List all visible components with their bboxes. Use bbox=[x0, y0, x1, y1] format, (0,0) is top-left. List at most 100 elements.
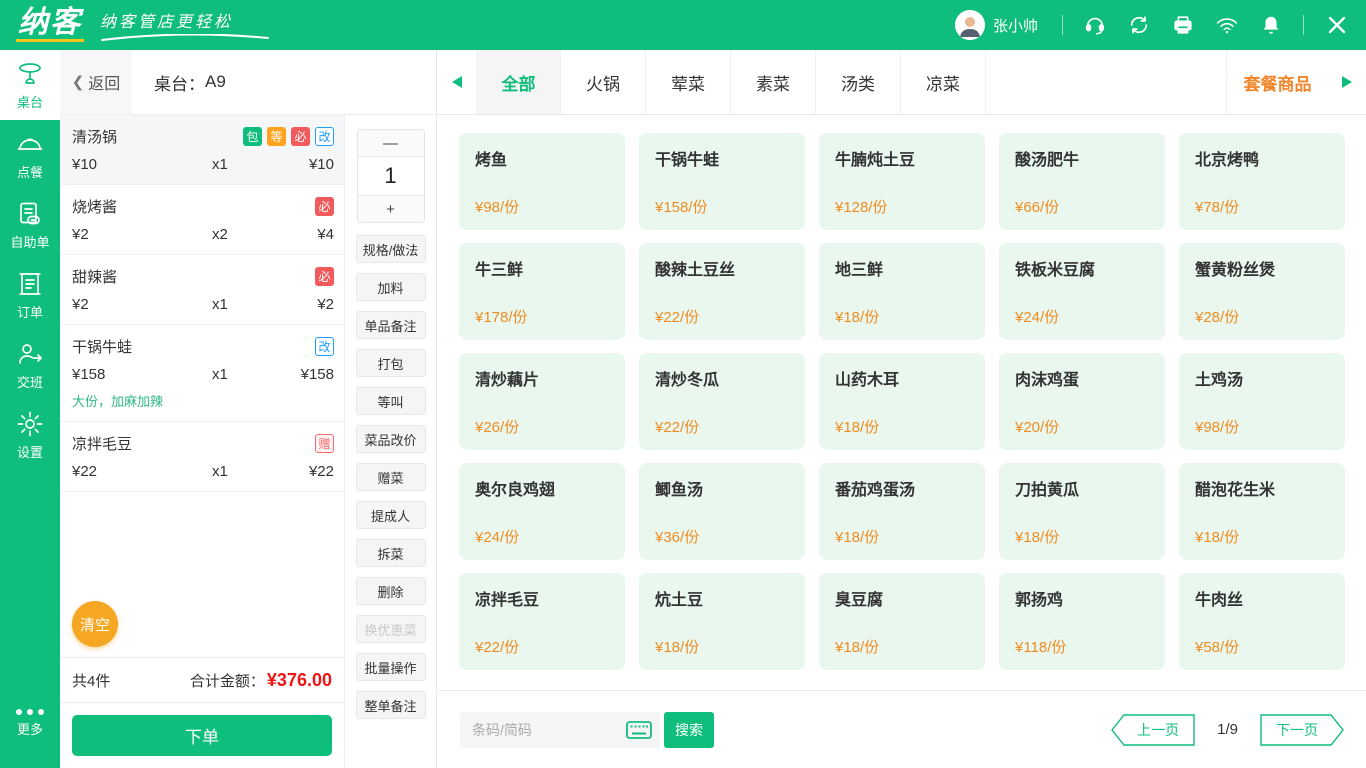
action-button-9[interactable]: 删除 bbox=[355, 577, 426, 605]
category-tab-2[interactable]: 荤菜 bbox=[646, 50, 731, 114]
menu-item-card[interactable]: 刀拍黄瓜 ¥18/份 bbox=[999, 463, 1165, 560]
sidebar-item-more[interactable]: 更多 bbox=[0, 688, 60, 758]
action-button-5[interactable]: 菜品改价 bbox=[355, 425, 426, 453]
menu-item-price: ¥36/份 bbox=[655, 529, 700, 546]
order-item-price: ¥22 bbox=[72, 463, 98, 480]
sidebar-item-table[interactable]: 桌台 bbox=[0, 50, 60, 120]
menu-item-card[interactable]: 山药木耳 ¥18/份 bbox=[819, 353, 985, 450]
back-button[interactable]: ❮ 返回 bbox=[60, 50, 132, 114]
menu-item-name: 番茄鸡蛋汤 bbox=[835, 482, 916, 499]
user-name[interactable]: 张小帅 bbox=[993, 15, 1038, 36]
slogan-swoosh bbox=[101, 34, 269, 41]
action-button-8[interactable]: 拆菜 bbox=[355, 539, 426, 567]
tab-combo-products[interactable]: 套餐商品 bbox=[1226, 50, 1328, 114]
sidebar-item-gear[interactable]: 设置 bbox=[0, 400, 60, 470]
menu-item-card[interactable]: 炕土豆 ¥18/份 bbox=[639, 573, 805, 670]
printer-icon[interactable] bbox=[1172, 14, 1194, 36]
action-button-11[interactable]: 批量操作 bbox=[355, 653, 426, 681]
order-item-name: 干锅牛蛙 bbox=[72, 339, 133, 356]
menu-item-card[interactable]: 地三鲜 ¥18/份 bbox=[819, 243, 985, 340]
menu-item-price: ¥28/份 bbox=[1195, 309, 1240, 326]
menu-item-card[interactable]: 蟹黄粉丝煲 ¥28/份 bbox=[1179, 243, 1345, 340]
action-button-0[interactable]: 规格/做法 bbox=[355, 235, 426, 263]
menu-grid: 烤鱼 ¥98/份 干锅牛蛙 ¥158/份 牛腩炖土豆 ¥128/份 酸汤肥牛 ¥… bbox=[438, 115, 1366, 690]
menu-item-card[interactable]: 牛腩炖土豆 ¥128/份 bbox=[819, 133, 985, 230]
barcode-search-input[interactable] bbox=[472, 721, 620, 738]
order-item-qty: x1 bbox=[212, 156, 228, 173]
category-tab-5[interactable]: 凉菜 bbox=[901, 50, 986, 114]
quantity-minus-button[interactable]: — bbox=[357, 130, 424, 156]
menu-item-card[interactable]: 醋泡花生米 ¥18/份 bbox=[1179, 463, 1345, 560]
wifi-icon[interactable] bbox=[1216, 14, 1238, 36]
sync-icon[interactable] bbox=[1128, 14, 1150, 36]
menu-item-card[interactable]: 北京烤鸭 ¥78/份 bbox=[1179, 133, 1345, 230]
menu-item-card[interactable]: 酸辣土豆丝 ¥22/份 bbox=[639, 243, 805, 340]
menu-item-card[interactable]: 清炒冬瓜 ¥22/份 bbox=[639, 353, 805, 450]
user-avatar[interactable] bbox=[954, 10, 985, 40]
menu-item-card[interactable]: 铁板米豆腐 ¥24/份 bbox=[999, 243, 1165, 340]
keyboard-icon[interactable] bbox=[626, 720, 652, 739]
bell-icon[interactable] bbox=[1260, 14, 1282, 36]
menu-item-card[interactable]: 肉沫鸡蛋 ¥20/份 bbox=[999, 353, 1165, 450]
action-button-4[interactable]: 等叫 bbox=[355, 387, 426, 415]
chevron-left-icon: ❮ bbox=[71, 74, 85, 91]
menu-item-card[interactable]: 奥尔良鸡翅 ¥24/份 bbox=[459, 463, 625, 560]
menu-item-name: 肉沫鸡蛋 bbox=[1015, 372, 1080, 389]
menu-item-card[interactable]: 番茄鸡蛋汤 ¥18/份 bbox=[819, 463, 985, 560]
order-item[interactable]: 凉拌毛豆 赠 ¥22 x1 ¥22 bbox=[60, 422, 344, 492]
menu-item-card[interactable]: 臭豆腐 ¥18/份 bbox=[819, 573, 985, 670]
order-item[interactable]: 烧烤酱 必 ¥2 x2 ¥4 bbox=[60, 185, 344, 255]
sidebar-item-shift[interactable]: 交班 bbox=[0, 330, 60, 400]
menu-item-card[interactable]: 酸汤肥牛 ¥66/份 bbox=[999, 133, 1165, 230]
category-tab-1[interactable]: 火锅 bbox=[561, 50, 646, 114]
category-tab-3[interactable]: 素菜 bbox=[731, 50, 816, 114]
sidebar-item-cloche[interactable]: 点餐 bbox=[0, 120, 60, 190]
menu-item-card[interactable]: 牛三鲜 ¥178/份 bbox=[459, 243, 625, 340]
sidebar: 桌台 点餐 自助单 订单 交班 设置 更多 bbox=[0, 50, 60, 768]
action-button-12[interactable]: 整单备注 bbox=[355, 691, 426, 719]
action-button-1[interactable]: 加料 bbox=[355, 273, 426, 301]
order-panel-header: ❮ 返回 桌台： A9 bbox=[60, 50, 436, 115]
menu-item-card[interactable]: 牛肉丝 ¥58/份 bbox=[1179, 573, 1345, 670]
close-icon[interactable] bbox=[1326, 14, 1348, 36]
action-button-6[interactable]: 赠菜 bbox=[355, 463, 426, 491]
headset-icon[interactable] bbox=[1084, 14, 1106, 36]
action-button-7[interactable]: 提成人 bbox=[355, 501, 426, 529]
category-tab-4[interactable]: 汤类 bbox=[816, 50, 901, 114]
menu-item-name: 土鸡汤 bbox=[1195, 372, 1244, 389]
menu-item-card[interactable]: 土鸡汤 ¥98/份 bbox=[1179, 353, 1345, 450]
menu-item-price: ¥78/份 bbox=[1195, 199, 1240, 216]
menu-item-name: 醋泡花生米 bbox=[1195, 482, 1276, 499]
place-order-button[interactable]: 下单 bbox=[72, 715, 332, 756]
action-button-3[interactable]: 打包 bbox=[355, 349, 426, 377]
order-item[interactable]: 清汤锅 包等必改 ¥10 x1 ¥10 bbox=[60, 115, 344, 185]
order-item[interactable]: 甜辣酱 必 ¥2 x1 ¥2 bbox=[60, 255, 344, 325]
menu-item-name: 酸汤肥牛 bbox=[1015, 152, 1080, 169]
menu-item-name: 臭豆腐 bbox=[835, 592, 884, 609]
order-item[interactable]: 干锅牛蛙 改 ¥158 x1 ¥158 大份，加麻加辣 bbox=[60, 325, 344, 422]
tabs-scroll-right-button[interactable] bbox=[1328, 50, 1366, 114]
prev-page-button[interactable]: 上一页 bbox=[1111, 713, 1195, 746]
menu-item-card[interactable]: 干锅牛蛙 ¥158/份 bbox=[639, 133, 805, 230]
quantity-stepper: — 1 + bbox=[356, 129, 425, 223]
menu-item-price: ¥178/份 bbox=[475, 309, 528, 326]
sidebar-item-order-list[interactable]: 订单 bbox=[0, 260, 60, 330]
search-button[interactable]: 搜索 bbox=[664, 711, 714, 748]
menu-item-card[interactable]: 郭扬鸡 ¥118/份 bbox=[999, 573, 1165, 670]
menu-item-name: 炕土豆 bbox=[655, 592, 704, 609]
order-item-qty: x2 bbox=[212, 226, 228, 243]
category-tab-0[interactable]: 全部 bbox=[476, 50, 561, 114]
quantity-plus-button[interactable]: + bbox=[357, 196, 424, 222]
order-item-name: 清汤锅 bbox=[72, 129, 118, 146]
menu-item-card[interactable]: 凉拌毛豆 ¥22/份 bbox=[459, 573, 625, 670]
action-button-2[interactable]: 单品备注 bbox=[355, 311, 426, 339]
menu-item-card[interactable]: 清炒藕片 ¥26/份 bbox=[459, 353, 625, 450]
menu-item-card[interactable]: 烤鱼 ¥98/份 bbox=[459, 133, 625, 230]
order-item-price: ¥2 bbox=[72, 296, 89, 313]
clear-order-button[interactable]: 清空 bbox=[72, 601, 118, 647]
sidebar-item-self-order[interactable]: 自助单 bbox=[0, 190, 60, 260]
tabs-scroll-left-button[interactable] bbox=[438, 50, 476, 114]
menu-item-card[interactable]: 鲫鱼汤 ¥36/份 bbox=[639, 463, 805, 560]
next-page-button[interactable]: 下一页 bbox=[1260, 713, 1344, 746]
menu-item-price: ¥18/份 bbox=[655, 639, 700, 656]
